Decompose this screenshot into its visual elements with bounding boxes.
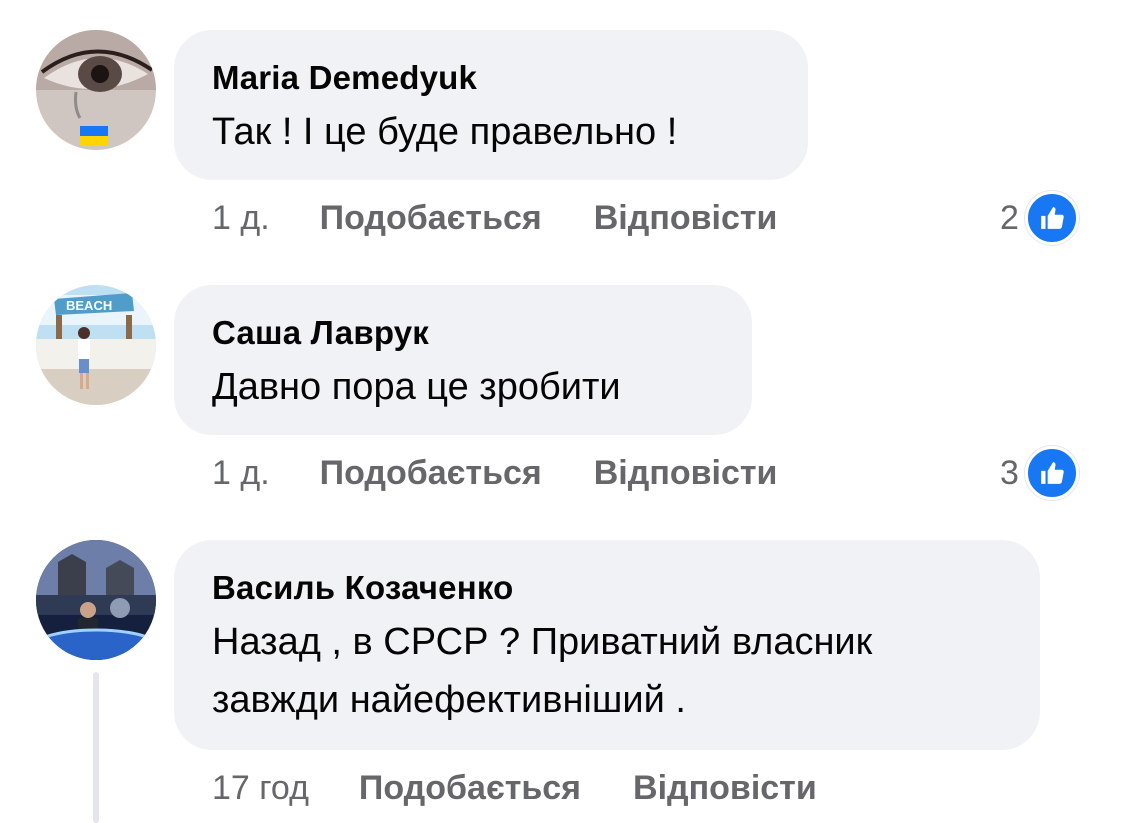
reply-button[interactable]: Відповісти: [594, 198, 778, 238]
comment-timestamp[interactable]: 17 год: [212, 768, 309, 808]
reaction-summary[interactable]: 2: [1000, 191, 1079, 245]
reply-button[interactable]: Відповісти: [594, 453, 778, 493]
like-button[interactable]: Подобається: [320, 453, 542, 493]
comment-text-line: завжди найефективніший .: [212, 679, 686, 721]
comment-timestamp[interactable]: 1 д.: [212, 198, 270, 238]
like-button[interactable]: Подобається: [359, 768, 581, 808]
avatar-sign-text: BEACH: [66, 298, 112, 313]
avatar[interactable]: [36, 540, 156, 660]
reaction-summary[interactable]: 3: [1000, 446, 1079, 500]
avatar[interactable]: BEACH: [36, 285, 156, 405]
comment-bubble: Василь Козаченко Назад , в СРСР ? Приват…: [174, 540, 1040, 750]
like-button[interactable]: Подобається: [320, 198, 542, 238]
comment-bubble: Саша Лаврук Давно пора це зробити: [174, 285, 752, 435]
reaction-count: 2: [1000, 198, 1019, 237]
comment-bubble: Maria Demedyuk Так ! І це буде правельно…: [174, 30, 808, 180]
comment-text: Так ! І це буде правельно !: [212, 111, 678, 153]
comment-author[interactable]: Саша Лаврук: [212, 313, 716, 353]
reaction-count: 3: [1000, 453, 1019, 492]
comment-author[interactable]: Василь Козаченко: [212, 568, 1004, 608]
comment-actions: 1 д. Подобається Відповісти: [212, 198, 777, 238]
comment-author[interactable]: Maria Demedyuk: [212, 58, 772, 98]
avatar-image: [36, 540, 156, 660]
comment-text: Давно пора це зробити: [212, 366, 621, 408]
comment-timestamp[interactable]: 1 д.: [212, 453, 270, 493]
comment-actions: 17 год Подобається Відповісти: [212, 768, 817, 808]
comment-text-line: Назад , в СРСР ? Приватний власник: [212, 621, 873, 663]
reply-thread-line: [93, 672, 99, 823]
thumbs-up-icon: [1024, 191, 1079, 245]
avatar-image: [36, 30, 156, 150]
reply-button[interactable]: Відповісти: [633, 768, 817, 808]
thumbs-up-icon: [1024, 446, 1079, 500]
comment-actions: 1 д. Подобається Відповісти: [212, 453, 777, 493]
avatar-image: BEACH: [36, 285, 156, 405]
avatar[interactable]: [36, 30, 156, 150]
